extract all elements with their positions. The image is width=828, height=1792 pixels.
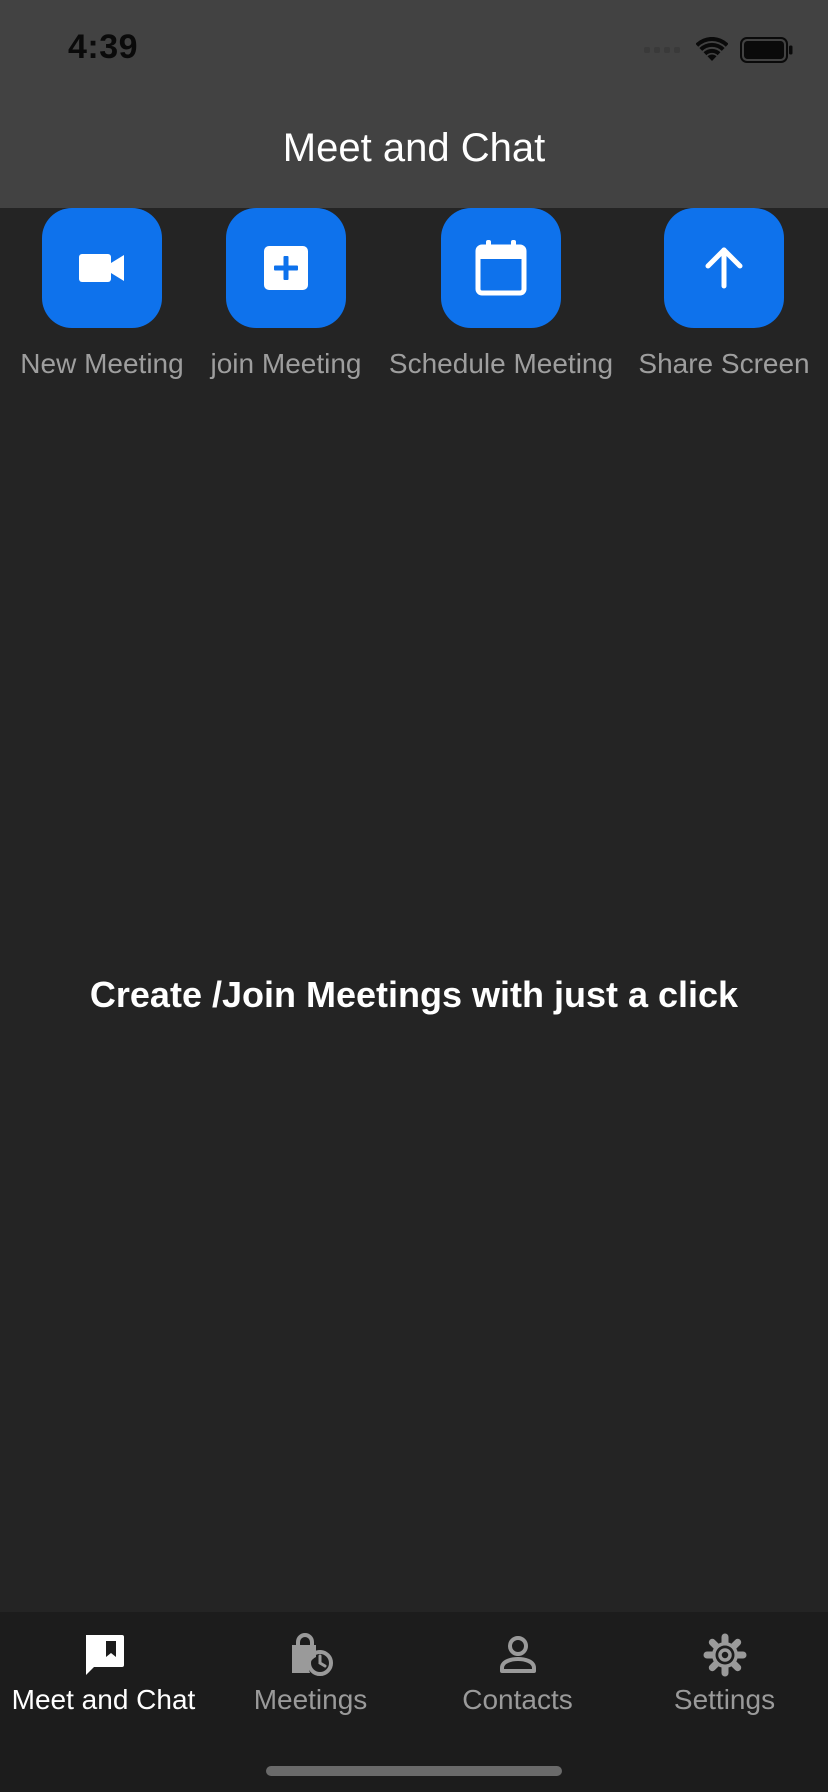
nav-item-settings[interactable]: Settings	[621, 1630, 828, 1716]
nav-label-meetings: Meetings	[253, 1684, 368, 1715]
video-camera-icon	[79, 254, 124, 282]
nav-item-contacts[interactable]: Contacts	[414, 1630, 621, 1716]
join-meeting-action[interactable]: join Meeting	[196, 208, 376, 380]
nav-label-meet-and-chat: Meet and Chat	[11, 1684, 196, 1715]
screen: 4:39 Meet and Chat New Meeting join Meet…	[0, 0, 828, 1792]
schedule-meeting-action[interactable]: Schedule Meeting	[381, 208, 621, 380]
lock-clock-icon	[288, 1630, 334, 1680]
share-screen-action[interactable]: Share Screen	[631, 208, 817, 380]
nav-label-settings: Settings	[673, 1684, 776, 1715]
join-meeting-label: join Meeting	[210, 348, 362, 379]
calendar-icon	[475, 240, 527, 296]
home-indicator[interactable]	[266, 1766, 562, 1776]
new-meeting-label: New Meeting	[20, 348, 184, 379]
add-box-icon	[264, 246, 308, 290]
schedule-meeting-button[interactable]	[441, 208, 561, 328]
headline: Create /Join Meetings with just a click	[89, 974, 739, 1015]
share-screen-label: Share Screen	[638, 348, 810, 379]
status-icons	[644, 34, 794, 66]
schedule-meeting-label: Schedule Meeting	[388, 348, 614, 379]
new-meeting-button[interactable]	[42, 208, 162, 328]
wifi-icon	[696, 37, 728, 61]
gear-icon	[703, 1630, 747, 1680]
chat-bookmark-icon	[82, 1630, 126, 1680]
status-time: 4:39	[68, 28, 139, 66]
person-icon	[498, 1630, 538, 1680]
share-screen-button[interactable]	[664, 208, 784, 328]
page-title: Meet and Chat	[282, 126, 546, 170]
signal-icon	[644, 47, 680, 53]
nav-label-contacts: Contacts	[462, 1684, 573, 1715]
battery-icon	[740, 37, 793, 63]
app-bar: 4:39 Meet and Chat	[0, 0, 828, 208]
new-meeting-action[interactable]: New Meeting	[14, 208, 190, 380]
bottom-nav: Meet and Chat Meetings Contacts Settings	[0, 1612, 828, 1792]
arrow-up-icon	[705, 247, 743, 289]
nav-item-meetings[interactable]: Meetings	[207, 1630, 414, 1716]
join-meeting-button[interactable]	[226, 208, 346, 328]
nav-item-meet-and-chat[interactable]: Meet and Chat	[0, 1630, 207, 1716]
